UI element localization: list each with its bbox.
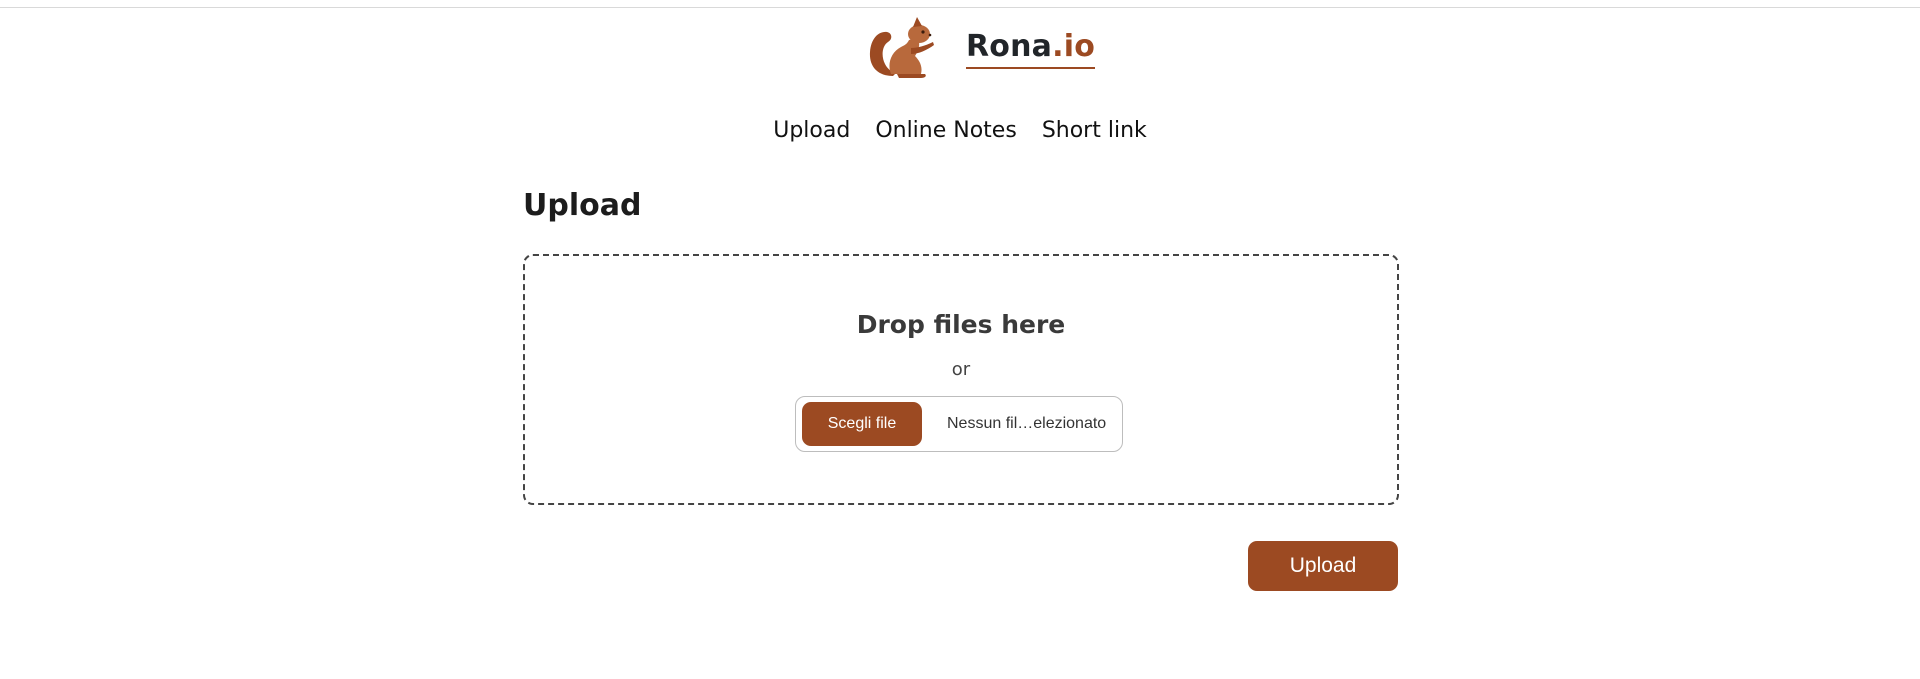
upload-button[interactable]: Upload	[1248, 541, 1398, 591]
brand-name-accent: .io	[1052, 29, 1096, 64]
nav-item-upload[interactable]: Upload	[773, 116, 850, 146]
file-dropzone[interactable]: Drop files here or Scegli file Nessun fi…	[523, 254, 1399, 505]
file-input[interactable]: Scegli file Nessun fil…elezionato	[795, 396, 1123, 452]
dropzone-or-text: or	[951, 359, 971, 380]
dropzone-title: Drop files here	[856, 310, 1066, 339]
top-divider	[0, 7, 1920, 8]
brand-name: Rona.io	[966, 29, 1096, 69]
nav-item-short-link[interactable]: Short link	[1042, 116, 1147, 146]
file-status-text: Nessun fil…elezionato	[947, 415, 1107, 432]
main-nav: Upload Online Notes Short link	[0, 116, 1920, 146]
squirrel-icon	[869, 17, 934, 78]
nav-item-online-notes[interactable]: Online Notes	[875, 116, 1017, 146]
choose-file-button[interactable]: Scegli file	[802, 402, 922, 446]
brand-name-main: Rona	[966, 29, 1053, 64]
brand-home-link[interactable]: Rona.io	[867, 14, 1096, 80]
page-title: Upload	[523, 188, 642, 223]
